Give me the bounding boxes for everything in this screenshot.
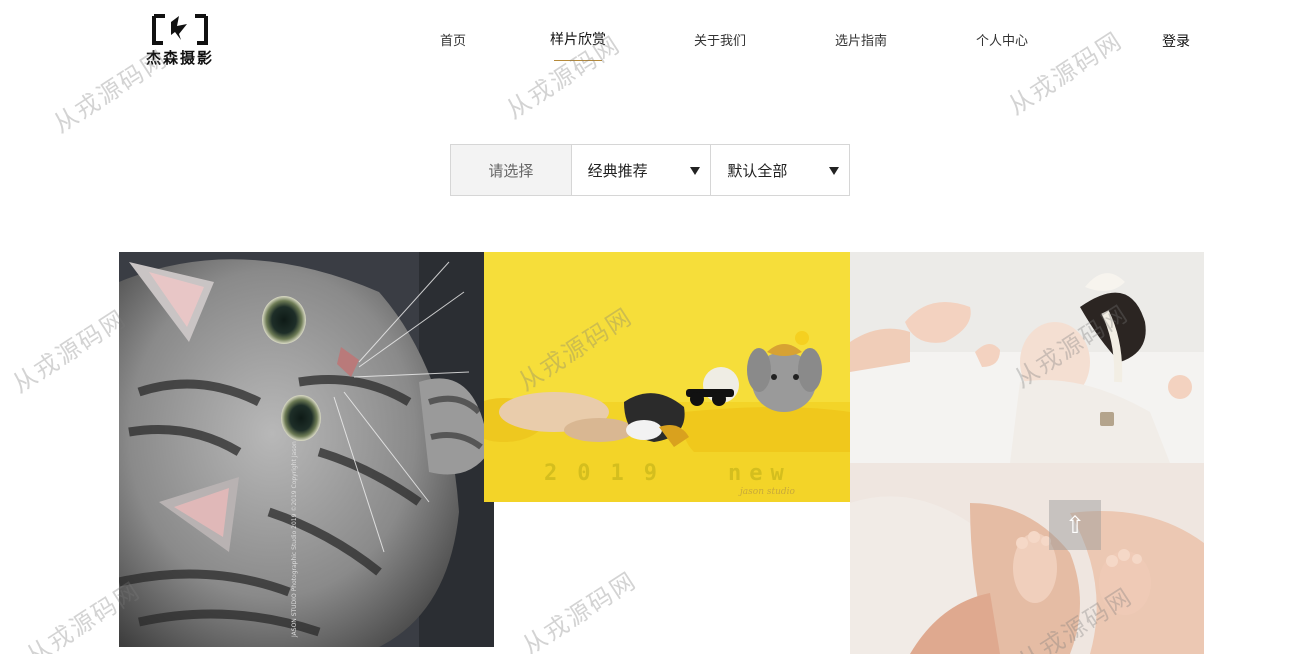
nav-item-profile[interactable]: 个人中心 bbox=[976, 30, 1028, 49]
cat-photo-caption: JASON STUDIO Photographic Studio 2019 ©2… bbox=[291, 441, 298, 637]
page: 杰森摄影 首页 样片欣赏 关于我们 选片指南 个人中心 登录 请选择 经典推荐 … bbox=[0, 0, 1303, 654]
gallery-photo-baby-feet[interactable]: ⇧ bbox=[850, 463, 1204, 654]
nav-active-underline bbox=[554, 60, 602, 61]
gallery-photo-dogs[interactable]: 2019 new jason studio bbox=[484, 252, 850, 502]
dogs-new-text: new bbox=[728, 461, 792, 486]
scope-select[interactable]: 默认全部 bbox=[711, 145, 849, 195]
watermark: 从戎源码网 bbox=[517, 566, 642, 654]
nav-item-gallery[interactable]: 样片欣赏 bbox=[550, 29, 606, 49]
filter-bar: 请选择 经典推荐 默认全部 bbox=[450, 144, 850, 196]
nav-item-home[interactable]: 首页 bbox=[440, 30, 466, 49]
caret-down-icon bbox=[690, 167, 701, 175]
baby-sleeping-photo-image bbox=[850, 252, 1204, 463]
dogs-studio-text: jason studio bbox=[738, 487, 796, 497]
login-link[interactable]: 登录 bbox=[1162, 31, 1190, 51]
nav-item-about[interactable]: 关于我们 bbox=[694, 30, 746, 49]
watermark: 从戎源码网 bbox=[7, 304, 132, 399]
cat-photo-image bbox=[119, 252, 494, 647]
category-select[interactable]: 经典推荐 bbox=[572, 145, 712, 195]
category-select-value: 经典推荐 bbox=[587, 161, 648, 180]
filter-label: 请选择 bbox=[451, 145, 572, 195]
logo[interactable]: 杰森摄影 bbox=[130, 10, 230, 70]
logo-icon bbox=[152, 14, 208, 45]
header: 杰森摄影 首页 样片欣赏 关于我们 选片指南 个人中心 登录 bbox=[0, 0, 1303, 90]
dogs-year-text: 2019 bbox=[544, 461, 677, 486]
caret-down-icon bbox=[829, 167, 839, 175]
arrow-up-icon: ⇧ bbox=[1064, 511, 1086, 539]
brand-name: 杰森摄影 bbox=[145, 49, 214, 67]
gallery-photo-baby-sleeping[interactable] bbox=[850, 252, 1204, 463]
nav-item-guide[interactable]: 选片指南 bbox=[835, 30, 887, 49]
baby-feet-photo-image bbox=[850, 463, 1204, 654]
scope-select-value: 默认全部 bbox=[727, 161, 788, 180]
dogs-photo-image: 2019 new jason studio bbox=[484, 252, 850, 502]
back-to-top-button[interactable]: ⇧ bbox=[1049, 500, 1101, 550]
gallery-photo-cat[interactable]: JASON STUDIO Photographic Studio 2019 ©2… bbox=[119, 252, 494, 647]
